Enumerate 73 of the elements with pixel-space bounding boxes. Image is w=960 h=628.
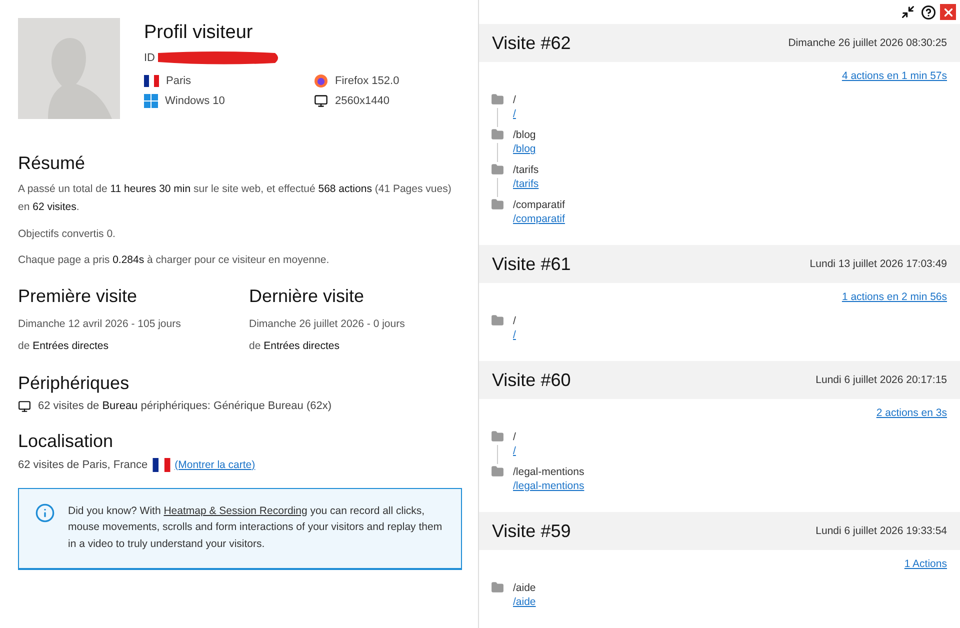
resolution-text: 2560x1440 <box>335 95 390 107</box>
browser-text: Firefox 152.0 <box>335 75 400 87</box>
folder-icon <box>490 163 504 176</box>
folder-icon <box>490 430 504 443</box>
page-title-text: / <box>513 430 516 445</box>
devices-text: 62 visites de Bureau périphériques: Générique Bureau (62x) <box>38 400 332 412</box>
summary-text: Chaque page a pris 0.284s à charger pour ce visiteur en moyenne. <box>18 253 330 268</box>
info-icon <box>35 502 55 522</box>
visit-date: Lundi 6 juillet 2026 19:33:54 <box>816 525 947 537</box>
location-summary: 62 visites de Paris, France <box>18 458 148 470</box>
location-text: Paris <box>166 75 192 87</box>
minimize-icon <box>901 5 915 19</box>
avatar-icon <box>18 18 120 119</box>
visit-title: Visite #61 <box>492 254 571 274</box>
folder-icon <box>490 314 504 327</box>
page-url-link[interactable]: /tarifs <box>513 178 539 190</box>
flag-icon <box>144 75 159 87</box>
section-title: Localisation <box>18 430 114 452</box>
visit-date: Lundi 6 juillet 2026 20:17:15 <box>816 374 947 386</box>
help-button[interactable] <box>920 4 936 20</box>
section-title: Périphériques <box>18 372 130 394</box>
info-text: Did you know? With Heatmap & Session Recording you can record all clicks, mouse movements, scrolls and form interactions of your visitors and replay them in a video to truly understand your visitors. <box>68 504 444 552</box>
help-icon <box>920 4 936 20</box>
minimize-button[interactable] <box>900 4 916 20</box>
page-url-link[interactable]: /legal-mentions <box>513 480 584 492</box>
visit-title: Visite #59 <box>492 520 571 542</box>
actions-link[interactable]: 1 actions en 2 min 56s <box>842 291 947 303</box>
visit-date: Dimanche 12 avril 2026 - 105 jours <box>18 316 182 332</box>
flag-icon <box>152 458 171 472</box>
section-title: Dernière visite <box>249 286 366 306</box>
visit-source: de Entrées directes <box>249 338 340 354</box>
actions-link[interactable]: 4 actions en 1 min 57s <box>842 70 947 82</box>
visit-date: Dimanche 26 juillet 2026 - 0 jours <box>249 316 406 332</box>
page-title-text: /aide <box>513 581 536 596</box>
close-button[interactable] <box>940 4 956 20</box>
visit-date: Dimanche 26 juillet 2026 08:30:25 <box>788 37 947 49</box>
visit-title: Visite #62 <box>492 32 571 54</box>
page-title-text: / <box>513 314 516 329</box>
heatmap-link[interactable]: Heatmap & Session Recording <box>164 504 308 516</box>
page-url-link[interactable]: /blog <box>513 143 536 155</box>
visit-source: de Entrées directes <box>18 338 110 354</box>
folder-icon <box>490 93 504 106</box>
visit-date: Lundi 13 juillet 2026 17:03:49 <box>810 258 947 270</box>
summary-text: A passé un total de 11 heures 30 min sur le site web, et effectué 568 actions (41 Pages vues) en 62 visites. <box>18 182 452 216</box>
page-title-text: /comparatif <box>513 198 565 213</box>
section-title: Résumé <box>18 153 86 174</box>
id-label: ID <box>144 52 155 64</box>
summary-text: Objectifs convertis 0. <box>18 226 116 242</box>
actions-link[interactable]: 1 Actions <box>904 558 947 570</box>
folder-icon <box>490 198 504 211</box>
monitor-icon <box>18 400 31 412</box>
actions-link[interactable]: 2 actions en 3s <box>876 407 947 419</box>
monitor-icon <box>314 94 328 108</box>
page-url-link[interactable]: /aide <box>513 596 536 608</box>
windows-icon <box>144 94 158 108</box>
page-title-text: / <box>513 93 516 108</box>
page-title-text: /legal-mentions <box>513 465 584 480</box>
os-text: Windows 10 <box>165 95 225 107</box>
section-title: Première visite <box>18 286 138 306</box>
close-icon <box>942 6 954 18</box>
page-url-link[interactable]: /comparatif <box>513 213 565 225</box>
page-url-link[interactable]: / <box>513 445 516 457</box>
page-title-text: /tarifs <box>513 163 539 178</box>
folder-icon <box>490 128 504 141</box>
folder-icon <box>490 465 504 478</box>
folder-icon <box>490 581 504 594</box>
page-url-link[interactable]: / <box>513 329 516 341</box>
page-url-link[interactable]: / <box>513 108 516 120</box>
visit-title: Visite #60 <box>492 370 571 390</box>
browser-icon <box>314 74 328 88</box>
page-title: Profil visiteur <box>144 22 254 44</box>
page-title-text: /blog <box>513 128 536 143</box>
show-map-link[interactable]: (Montrer la carte) <box>174 458 256 470</box>
